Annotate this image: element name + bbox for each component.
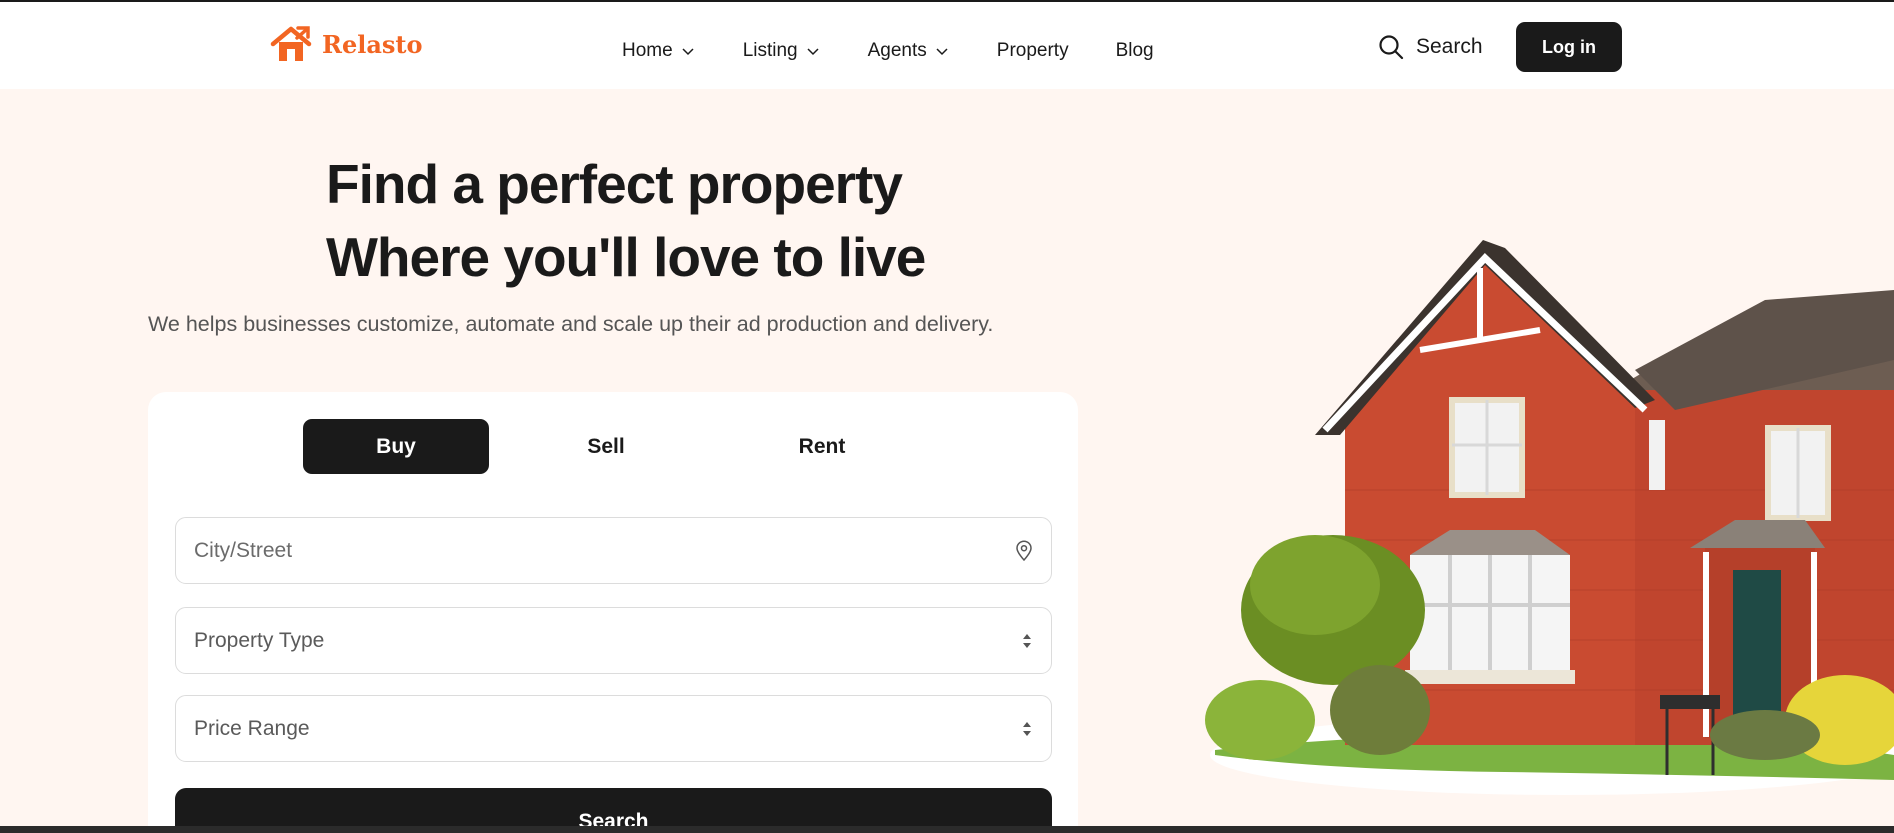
sort-arrows-icon bbox=[1023, 721, 1031, 736]
nav-item-property[interactable]: Property bbox=[997, 40, 1069, 62]
map-pin-icon bbox=[1016, 539, 1032, 561]
hero-title-line2: Where you'll love to live bbox=[326, 226, 926, 288]
sort-arrows-icon bbox=[1023, 633, 1031, 648]
nav-item-agents[interactable]: Agents bbox=[868, 40, 949, 62]
chevron-down-icon bbox=[682, 48, 694, 56]
header-search[interactable]: Search bbox=[1378, 34, 1483, 60]
location-input[interactable] bbox=[194, 538, 1015, 563]
search-label: Search bbox=[1416, 35, 1483, 58]
nav-item-blog[interactable]: Blog bbox=[1116, 40, 1154, 62]
house-icon bbox=[270, 26, 312, 61]
search-icon bbox=[1379, 35, 1404, 60]
nav-item-label: Agents bbox=[867, 40, 927, 61]
chevron-down-icon bbox=[807, 48, 819, 56]
chevron-down-icon bbox=[936, 48, 948, 56]
brand-name: Relasto bbox=[322, 29, 423, 59]
transaction-tabs: Buy Sell Rent bbox=[303, 419, 915, 474]
nav-item-listing[interactable]: Listing bbox=[743, 40, 820, 62]
brand-logo[interactable]: Relasto bbox=[270, 24, 423, 64]
hero-title: Find a perfect property Where you'll lov… bbox=[326, 148, 926, 294]
nav-item-label: Listing bbox=[742, 40, 798, 61]
tab-sell[interactable]: Sell bbox=[513, 419, 699, 474]
hero-title-line1: Find a perfect property bbox=[326, 153, 903, 215]
tab-buy[interactable]: Buy bbox=[303, 419, 489, 474]
main-nav: Home Listing Agents Property Blog bbox=[622, 40, 1201, 62]
login-button[interactable]: Log in bbox=[1516, 22, 1622, 72]
tab-rent[interactable]: Rent bbox=[729, 419, 915, 474]
brick-house-illustration bbox=[1205, 240, 1894, 795]
price-range-select[interactable]: Price Range bbox=[175, 695, 1052, 762]
location-field[interactable] bbox=[175, 517, 1052, 584]
property-type-select[interactable]: Property Type bbox=[175, 607, 1052, 674]
nav-item-label: Blog bbox=[1115, 40, 1154, 61]
nav-item-label: Home bbox=[622, 40, 673, 61]
bottom-bar bbox=[0, 826, 1894, 833]
search-card: Buy Sell Rent Property Type Price Range … bbox=[148, 392, 1078, 833]
nav-item-home[interactable]: Home bbox=[622, 40, 695, 62]
hero-subtitle: We helps businesses customize, automate … bbox=[148, 312, 994, 336]
property-type-value: Property Type bbox=[194, 628, 325, 652]
nav-item-label: Property bbox=[996, 40, 1069, 61]
site-header: Relasto Home Listing Agents Property Blo… bbox=[0, 2, 1894, 89]
price-range-value: Price Range bbox=[194, 716, 310, 740]
